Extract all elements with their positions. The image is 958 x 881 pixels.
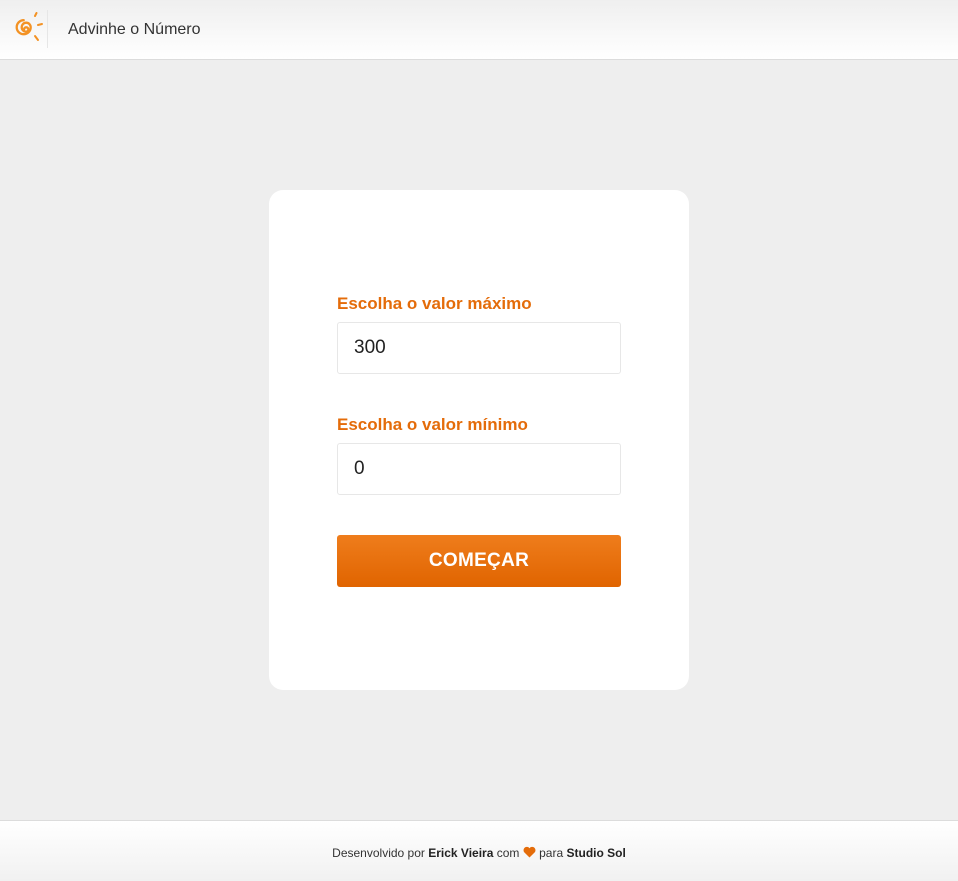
footer-company: Studio Sol <box>566 846 626 860</box>
min-value-input[interactable] <box>337 443 621 495</box>
footer-middle: com <box>496 846 520 860</box>
max-value-label: Escolha o valor máximo <box>337 294 532 313</box>
start-button[interactable]: COMEÇAR <box>337 535 621 587</box>
header-divider <box>47 10 48 48</box>
footer-connector: para <box>539 846 564 860</box>
footer-prefix: Desenvolvido por <box>332 846 425 860</box>
max-value-input[interactable] <box>337 322 621 374</box>
footer-credits: Desenvolvido por Erick Vieira com para S… <box>0 845 958 862</box>
app-title: Advinhe o Número <box>68 21 201 38</box>
footer-author: Erick Vieira <box>428 846 494 860</box>
sun-spiral-logo-icon[interactable] <box>10 12 46 46</box>
heart-icon <box>523 846 536 862</box>
min-value-label: Escolha o valor mínimo <box>337 415 528 434</box>
page-footer: Desenvolvido por Erick Vieira com para S… <box>0 820 958 881</box>
range-form-card: Escolha o valor máximo Escolha o valor m… <box>269 190 689 690</box>
top-header: Advinhe o Número <box>0 0 958 60</box>
